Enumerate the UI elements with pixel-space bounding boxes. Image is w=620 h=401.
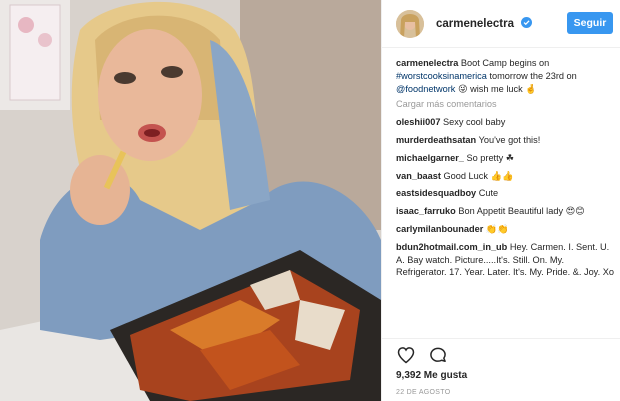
heart-icon[interactable] bbox=[396, 345, 416, 365]
comment-text: So pretty ☘ bbox=[466, 152, 515, 163]
caption-text-3: 😜 wish me luck 🤞 bbox=[457, 83, 537, 94]
comments-section: carmenelectra Boot Camp begins on #worst… bbox=[396, 57, 614, 284]
actions-bar: 9,392 Me gusta 22 DE AGOSTO bbox=[382, 338, 620, 401]
post-image bbox=[0, 0, 381, 401]
comment-text: Sexy cool baby bbox=[443, 117, 506, 128]
comment-username[interactable]: carlymilanbounader bbox=[396, 224, 483, 234]
comment-username[interactable]: oleshii007 bbox=[396, 117, 440, 127]
comment-username[interactable]: murderdeathsatan bbox=[396, 135, 476, 145]
action-icons bbox=[396, 345, 448, 365]
follow-button[interactable]: Seguir bbox=[567, 12, 613, 34]
load-more-comments-link[interactable]: Cargar más comentarios bbox=[396, 98, 614, 111]
author-username[interactable]: carmenelectra bbox=[436, 17, 533, 30]
caption-username[interactable]: carmenelectra bbox=[396, 58, 458, 68]
instagram-post: carmenelectra Seguir carmenelectra Boot … bbox=[0, 0, 620, 401]
post-photo[interactable] bbox=[0, 0, 381, 401]
comment-username[interactable]: isaac_farruko bbox=[396, 206, 456, 216]
comment-username[interactable]: bdun2hotmail.com_in_ub bbox=[396, 242, 507, 252]
comment-text: Bon Appetit Beautiful lady 😍😊 bbox=[458, 206, 585, 217]
caption-text-1: Boot Camp begins on bbox=[460, 58, 550, 68]
comment-item: van_baast Good Luck 👍👍 bbox=[396, 170, 614, 183]
comment-username[interactable]: van_baast bbox=[396, 171, 441, 181]
likes-count[interactable]: 9,392 Me gusta bbox=[396, 370, 467, 381]
comment-item: oleshii007 Sexy cool baby bbox=[396, 116, 614, 129]
comment-text: You've got this! bbox=[478, 134, 541, 145]
comment-icon[interactable] bbox=[428, 345, 448, 365]
verified-badge-icon bbox=[521, 17, 533, 28]
comment-item: isaac_farruko Bon Appetit Beautiful lady… bbox=[396, 205, 614, 218]
comment-username[interactable]: michaelgarner_ bbox=[396, 153, 464, 163]
comment-username[interactable]: eastsidesquadboy bbox=[396, 188, 476, 198]
post-caption: carmenelectra Boot Camp begins on #worst… bbox=[396, 57, 614, 95]
comment-item: eastsidesquadboy Cute bbox=[396, 187, 614, 200]
comment-item: murderdeathsatan You've got this! bbox=[396, 134, 614, 147]
comment-text: Cute bbox=[478, 188, 499, 199]
post-date[interactable]: 22 DE AGOSTO bbox=[396, 389, 450, 396]
comment-text: 👏👏 bbox=[485, 223, 509, 234]
avatar[interactable] bbox=[396, 9, 424, 38]
comment-item: bdun2hotmail.com_in_ub Hey. Carmen. I. S… bbox=[396, 241, 614, 279]
caption-mention[interactable]: @foodnetwork bbox=[396, 84, 455, 94]
comment-text: Good Luck 👍👍 bbox=[443, 170, 514, 181]
caption-hashtag[interactable]: #worstcooksinamerica bbox=[396, 71, 487, 81]
caption-text-2: tomorrow the 23rd on bbox=[489, 70, 577, 81]
post-sidebar: carmenelectra Seguir carmenelectra Boot … bbox=[381, 0, 620, 401]
post-header: carmenelectra Seguir bbox=[382, 0, 620, 48]
comment-item: michaelgarner_ So pretty ☘ bbox=[396, 152, 614, 165]
comment-item: carlymilanbounader 👏👏 bbox=[396, 223, 614, 236]
